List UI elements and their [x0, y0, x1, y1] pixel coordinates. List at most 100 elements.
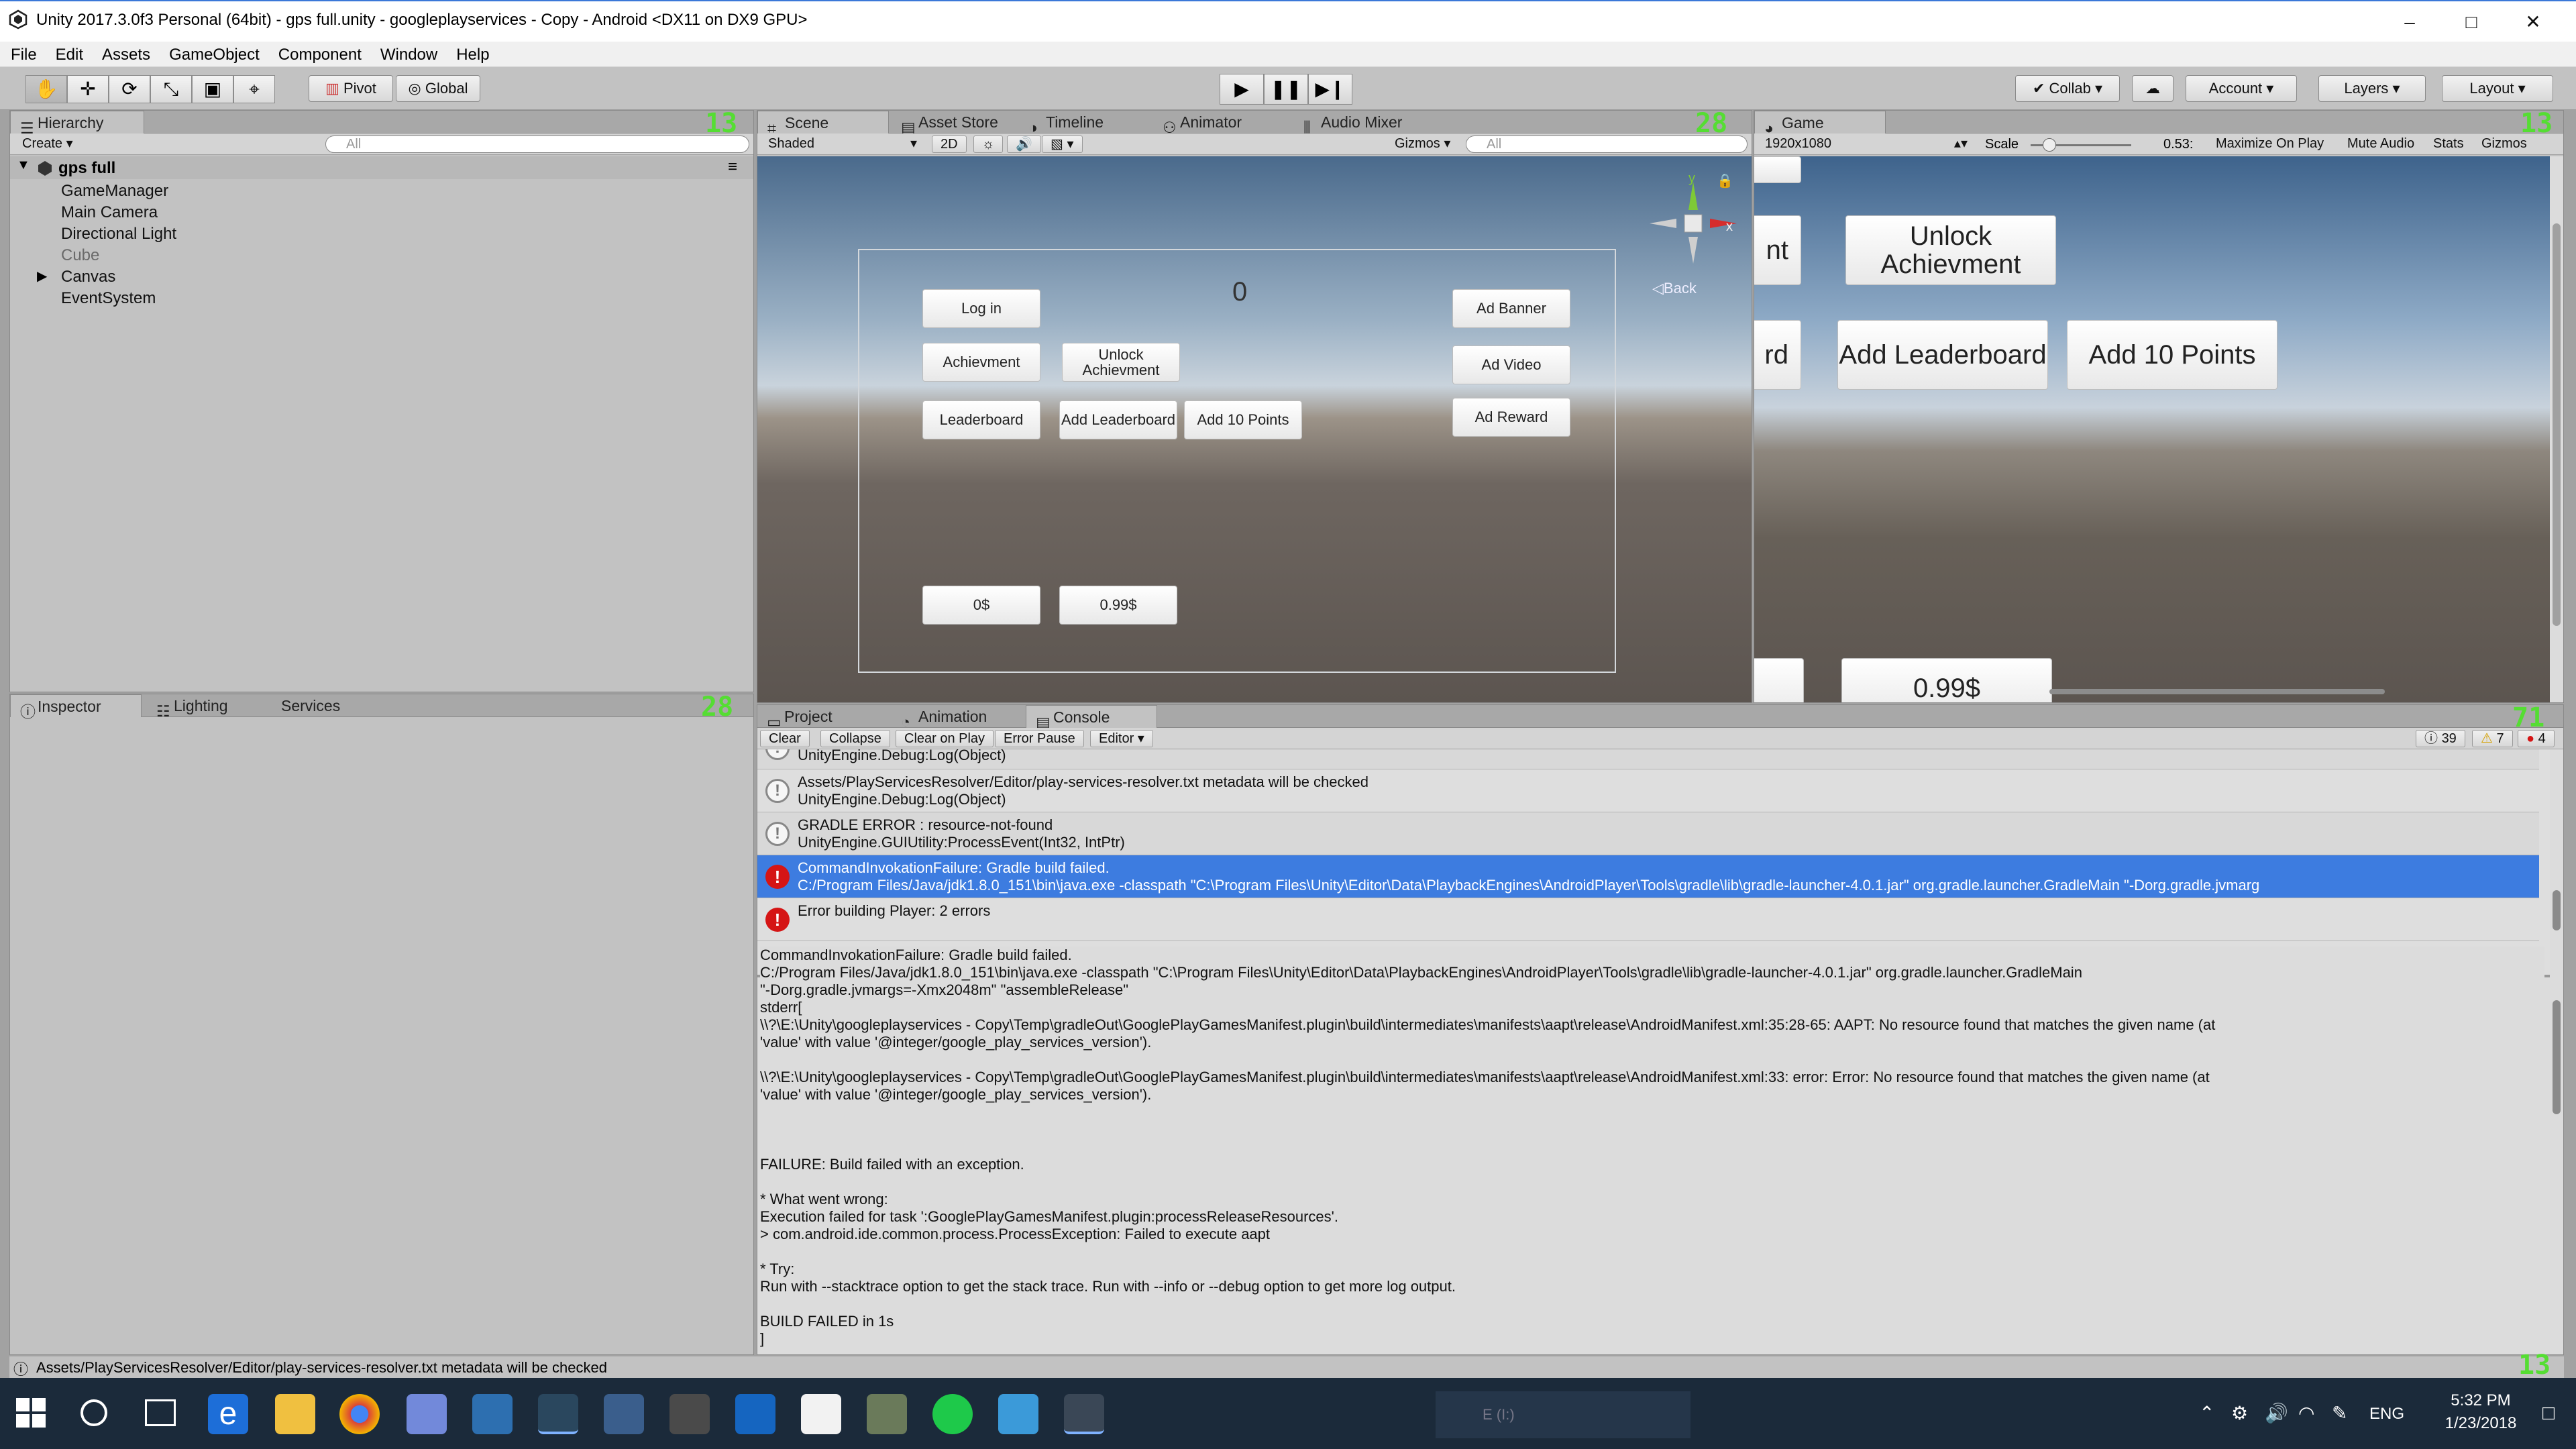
add-leaderboard-button[interactable]: Add Leaderboard: [1059, 400, 1177, 439]
log-row[interactable]: ! UnityEngine.Debug:Log(Object): [757, 749, 2539, 769]
detail-scrollbar-thumb[interactable]: [2553, 1000, 2561, 1114]
scale-slider-thumb[interactable]: [2043, 138, 2056, 152]
game-partial-button[interactable]: rd: [1754, 320, 1801, 390]
error-pause-toggle[interactable]: Error Pause: [995, 730, 1084, 747]
unity-taskbar-icon[interactable]: [1064, 1394, 1104, 1434]
global-button[interactable]: ◎ Global: [396, 75, 480, 102]
menu-file[interactable]: File: [0, 42, 45, 64]
ad-video-button[interactable]: Ad Video: [1452, 345, 1570, 384]
log-row-selected[interactable]: ! CommandInvokationFailure: Gradle build…: [757, 855, 2539, 898]
price-0-button[interactable]: 0$: [922, 586, 1040, 625]
2d-toggle[interactable]: 2D: [932, 136, 967, 153]
game-viewport[interactable]: nt rd Unlock Achievment Add Leaderboard …: [1754, 156, 2550, 702]
app-icon[interactable]: [735, 1394, 775, 1434]
pen-icon[interactable]: ✎: [2332, 1402, 2347, 1424]
maximize-icon[interactable]: □: [2440, 1, 2502, 43]
hand-tool-icon[interactable]: ✋: [25, 75, 67, 103]
scene-viewport[interactable]: 0 Log in Achievment Unlock Achievment Le…: [757, 156, 1752, 702]
pause-button[interactable]: ❚❚: [1264, 74, 1308, 105]
drive-item[interactable]: E (I:): [1436, 1391, 1690, 1438]
menu-help[interactable]: Help: [445, 42, 497, 64]
expand-arrow-icon[interactable]: ▶: [37, 268, 47, 284]
notifications-icon[interactable]: □: [2542, 1402, 2555, 1425]
hierarchy-search-input[interactable]: All: [325, 136, 749, 153]
tab-inspector[interactable]: ⓘ Inspector: [10, 694, 142, 720]
game-add-10-points-button[interactable]: Add 10 Points: [2067, 320, 2277, 390]
tab-timeline[interactable]: ◑ Timeline: [1019, 111, 1113, 136]
store-icon[interactable]: [472, 1394, 513, 1434]
collab-button[interactable]: ✔ Collab ▾: [2015, 75, 2120, 102]
discord-icon[interactable]: [407, 1394, 447, 1434]
tab-animation[interactable]: ◔ Animation: [892, 705, 996, 731]
play-button[interactable]: ▶: [1220, 74, 1264, 105]
scene-gizmos-dropdown[interactable]: Gizmos ▾: [1387, 136, 1458, 153]
rotate-tool-icon[interactable]: ⟳: [109, 75, 150, 103]
account-button[interactable]: Account ▾: [2186, 75, 2297, 102]
app-icon[interactable]: [604, 1394, 644, 1434]
hierarchy-item[interactable]: GameManager: [61, 182, 168, 201]
transform-tool-icon[interactable]: ⌖: [233, 75, 275, 103]
tray-app-icon[interactable]: ⚙: [2231, 1402, 2248, 1424]
app-icon[interactable]: [669, 1394, 710, 1434]
hierarchy-item[interactable]: Directional Light: [61, 225, 176, 244]
lock-icon[interactable]: 🔒: [1717, 172, 1733, 189]
ad-reward-button[interactable]: Ad Reward: [1452, 398, 1570, 437]
clear-on-play-toggle[interactable]: Clear on Play: [896, 730, 994, 747]
menu-edit[interactable]: Edit: [45, 42, 91, 64]
scale-tool-icon[interactable]: ⤡: [150, 75, 192, 103]
log-list-scrollbar[interactable]: [2550, 749, 2563, 977]
app-icon[interactable]: [998, 1394, 1038, 1434]
resolution-dropdown[interactable]: 1920x1080 ▴▾: [1757, 136, 1976, 153]
create-dropdown[interactable]: Create ▾: [14, 136, 81, 153]
clear-button[interactable]: Clear: [760, 730, 810, 747]
clock-time[interactable]: 5:32 PM: [2440, 1391, 2521, 1410]
tab-animator[interactable]: ⚇ Animator: [1153, 111, 1251, 136]
tray-chevron-icon[interactable]: ⌃: [2199, 1402, 2214, 1424]
layers-dropdown[interactable]: Layers ▾: [2318, 75, 2426, 102]
mute-audio-toggle[interactable]: Mute Audio: [2339, 136, 2422, 153]
editor-dropdown[interactable]: Editor ▾: [1090, 730, 1153, 747]
wifi-icon[interactable]: ◠: [2298, 1402, 2314, 1424]
edge-icon[interactable]: e: [208, 1394, 248, 1434]
log-list-scrollbar-thumb[interactable]: [2553, 890, 2561, 930]
file-explorer-icon[interactable]: [275, 1394, 315, 1434]
login-button[interactable]: Log in: [922, 289, 1040, 328]
stats-toggle[interactable]: Stats: [2425, 136, 2472, 153]
tab-hierarchy[interactable]: ☰ Hierarchy: [10, 111, 144, 137]
volume-icon[interactable]: 🔊: [2265, 1402, 2288, 1424]
tab-audio-mixer[interactable]: ⫼ Audio Mixer: [1294, 111, 1411, 136]
warning-count-toggle[interactable]: ⚠ 7: [2472, 730, 2513, 747]
game-v-scrollbar[interactable]: [2550, 156, 2563, 702]
game-price-099-button[interactable]: 0.99$: [1841, 658, 2052, 702]
error-count-toggle[interactable]: ● 4: [2518, 730, 2555, 747]
tab-game[interactable]: ◕ Game: [1754, 111, 1886, 137]
hierarchy-item-inactive[interactable]: Cube: [61, 246, 99, 265]
close-icon[interactable]: ✕: [2502, 1, 2564, 43]
status-message[interactable]: Assets/PlayServicesResolver/Editor/play-…: [36, 1359, 607, 1377]
hierarchy-item[interactable]: Main Camera: [61, 203, 158, 222]
mail-icon[interactable]: [801, 1394, 841, 1434]
scene-search-input[interactable]: All: [1466, 136, 1748, 153]
windows-start-icon[interactable]: [16, 1398, 46, 1428]
tab-services[interactable]: Services: [268, 694, 350, 717]
rect-tool-icon[interactable]: ▣: [192, 75, 233, 103]
game-gizmos-toggle[interactable]: Gizmos: [2473, 136, 2535, 153]
chrome-icon[interactable]: [339, 1394, 380, 1434]
achievment-button[interactable]: Achievment: [922, 343, 1040, 382]
pivot-button[interactable]: ▥ Pivot: [309, 75, 393, 102]
leaderboard-button[interactable]: Leaderboard: [922, 400, 1040, 439]
minimize-icon[interactable]: ‒: [2379, 1, 2440, 43]
steam-icon[interactable]: [538, 1394, 578, 1434]
step-button[interactable]: ▶❙: [1308, 74, 1352, 105]
collapse-button[interactable]: Collapse: [820, 730, 890, 747]
language-indicator[interactable]: ENG: [2369, 1405, 2404, 1424]
game-h-scrollbar[interactable]: [2049, 689, 2385, 694]
console-detail[interactable]: CommandInvokationFailure: Gradle build f…: [760, 947, 2544, 1353]
scene-root-row[interactable]: ▼ gps full ≡: [10, 156, 753, 179]
unlock-achievment-button[interactable]: Unlock Achievment: [1062, 343, 1180, 382]
task-view-icon[interactable]: [145, 1399, 176, 1426]
light-toggle[interactable]: ☼: [973, 136, 1004, 153]
menu-gameobject[interactable]: GameObject: [158, 42, 268, 64]
menu-component[interactable]: Component: [268, 42, 370, 64]
maximize-on-play-toggle[interactable]: Maximize On Play: [2208, 136, 2332, 153]
